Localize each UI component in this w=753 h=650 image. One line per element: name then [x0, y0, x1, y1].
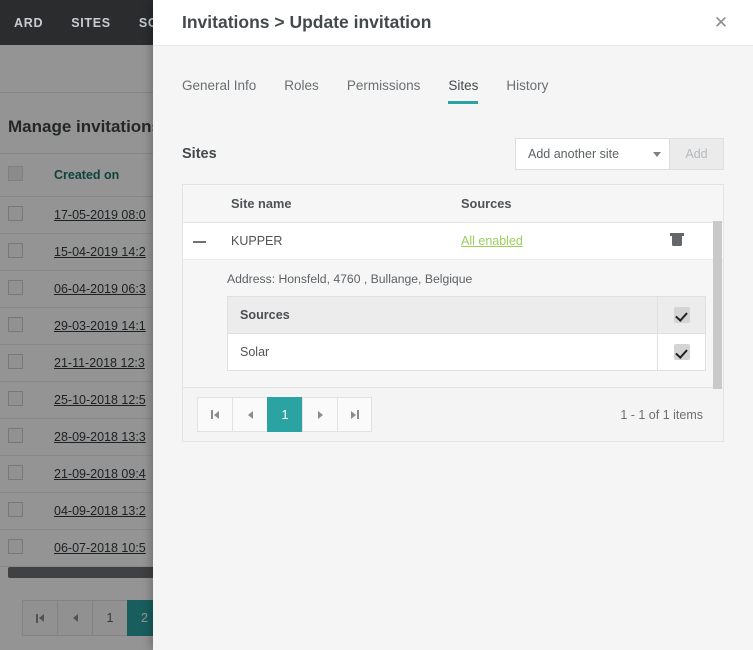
tab-history[interactable]: History	[506, 78, 548, 104]
sites-table: Site name Sources KUPPER All enabled Add…	[183, 185, 723, 387]
invitation-link[interactable]: 25-10-2018 12:5	[54, 393, 146, 407]
row-checkbox[interactable]	[8, 539, 23, 554]
tab-roles[interactable]: Roles	[284, 78, 319, 104]
column-header-sources: Sources	[451, 185, 661, 223]
row-select-cell	[0, 233, 46, 271]
column-header-actions	[661, 185, 723, 223]
column-header-select	[0, 153, 46, 197]
page-last-button[interactable]	[337, 397, 372, 432]
page-next-button[interactable]	[302, 397, 337, 432]
table-row: KUPPER All enabled	[183, 222, 723, 260]
page-prev-button[interactable]	[57, 600, 92, 636]
add-site-button[interactable]: Add	[670, 138, 724, 170]
page-prev-icon	[247, 410, 253, 419]
invitation-link[interactable]: 17-05-2019 08:0	[54, 208, 146, 222]
chevron-down-icon	[653, 151, 661, 157]
source-name-cell: Solar	[227, 333, 658, 371]
select-all-checkbox[interactable]	[8, 166, 23, 181]
sources-table-header-row: Sources	[227, 296, 706, 334]
tab-sites[interactable]: Sites	[448, 78, 479, 104]
row-select-cell	[0, 381, 46, 419]
sites-panel-scrollbar[interactable]	[713, 221, 722, 389]
sources-select-all-checkbox[interactable]	[673, 307, 690, 323]
scrollbar-thumb[interactable]	[713, 221, 722, 389]
modal-title: Invitations > Update invitation	[182, 12, 432, 32]
sites-pager: 1	[197, 397, 372, 432]
column-header-site-name: Site name	[221, 185, 451, 223]
background-pager: 1 2	[22, 600, 162, 636]
navbar-item-sites[interactable]: SITES	[57, 16, 125, 30]
navbar-item-dashboard[interactable]: ARD	[0, 16, 57, 30]
tab-general-info[interactable]: General Info	[182, 78, 256, 104]
sites-section-header: Sites Add another site Add	[153, 138, 753, 170]
sources-table-body: Solar	[227, 333, 706, 371]
invitation-link[interactable]: 06-07-2018 10:5	[54, 541, 146, 555]
sources-table: Sources Solar	[227, 296, 706, 371]
row-checkbox[interactable]	[8, 391, 23, 406]
modal-header: Invitations > Update invitation ✕	[153, 0, 753, 46]
site-name-cell: KUPPER	[221, 222, 451, 260]
source-select-cell	[657, 333, 706, 371]
sources-cell: All enabled	[451, 222, 661, 260]
row-select-cell	[0, 492, 46, 530]
row-checkbox[interactable]	[8, 354, 23, 369]
table-row: Solar	[227, 333, 706, 371]
page-first-button[interactable]	[197, 397, 232, 432]
update-invitation-modal: Invitations > Update invitation ✕ Genera…	[153, 0, 753, 650]
row-select-cell	[0, 418, 46, 456]
site-address: Address: Honsfeld, 4760 , Bullange, Belg…	[227, 272, 473, 286]
invitation-link[interactable]: 28-09-2018 13:3	[54, 430, 146, 444]
row-checkbox[interactable]	[8, 280, 23, 295]
trash-icon[interactable]	[669, 233, 684, 246]
all-enabled-link[interactable]: All enabled	[461, 234, 523, 248]
row-select-cell	[0, 196, 46, 234]
row-checkbox[interactable]	[8, 465, 23, 480]
expand-cell[interactable]	[183, 222, 221, 260]
row-checkbox[interactable]	[8, 243, 23, 258]
site-detail-row: Address: Honsfeld, 4760 , Bullange, Belg…	[183, 259, 723, 387]
page-last-icon	[356, 410, 359, 419]
row-checkbox[interactable]	[8, 206, 23, 221]
invitation-link[interactable]: 21-09-2018 09:4	[54, 467, 146, 481]
add-another-site-value: Add another site	[528, 147, 620, 161]
sites-table-panel: Site name Sources KUPPER All enabled Add…	[182, 184, 724, 389]
row-checkbox[interactable]	[8, 317, 23, 332]
row-checkbox[interactable]	[8, 502, 23, 517]
page-1-button[interactable]: 1	[267, 397, 302, 432]
tab-permissions[interactable]: Permissions	[347, 78, 421, 104]
sites-pager-bar: 1 1 - 1 of 1 items	[182, 388, 724, 442]
page-next-icon	[317, 410, 323, 419]
row-checkbox[interactable]	[8, 428, 23, 443]
invitation-link[interactable]: 04-09-2018 13:2	[54, 504, 146, 518]
column-header-expand	[183, 185, 221, 223]
page-first-button[interactable]	[22, 600, 57, 636]
sites-table-body: KUPPER All enabled Address: Honsfeld, 47…	[183, 222, 723, 387]
close-icon[interactable]: ✕	[709, 11, 733, 35]
column-header-sources-select	[657, 296, 706, 334]
invitation-link[interactable]: 29-03-2019 14:1	[54, 319, 146, 333]
site-detail-cell: Address: Honsfeld, 4760 , Bullange, Belg…	[183, 259, 723, 387]
invitation-link[interactable]: 06-04-2019 06:3	[54, 282, 146, 296]
row-select-cell	[0, 270, 46, 308]
row-select-cell	[0, 529, 46, 567]
row-select-cell	[0, 344, 46, 382]
sites-section-title: Sites	[182, 146, 217, 162]
page-first-icon	[36, 613, 38, 623]
invitation-link[interactable]: 15-04-2019 14:2	[54, 245, 146, 259]
modal-tabs: General Info Roles Permissions Sites His…	[153, 78, 753, 104]
sites-table-header-row: Site name Sources	[183, 185, 723, 223]
page-first-icon	[211, 410, 213, 419]
row-select-cell	[0, 307, 46, 345]
page-prev-button[interactable]	[232, 397, 267, 432]
row-select-cell	[0, 455, 46, 493]
page-1-button[interactable]: 1	[92, 600, 127, 636]
page-prev-icon	[72, 614, 78, 622]
pager-item-count: 1 - 1 of 1 items	[620, 407, 703, 422]
column-header-sources-name: Sources	[227, 296, 658, 334]
source-checkbox[interactable]	[673, 344, 690, 360]
minus-icon[interactable]	[193, 240, 206, 243]
add-another-site-dropdown[interactable]: Add another site	[515, 138, 670, 170]
invitation-link[interactable]: 21-11-2018 12:3	[54, 356, 145, 370]
